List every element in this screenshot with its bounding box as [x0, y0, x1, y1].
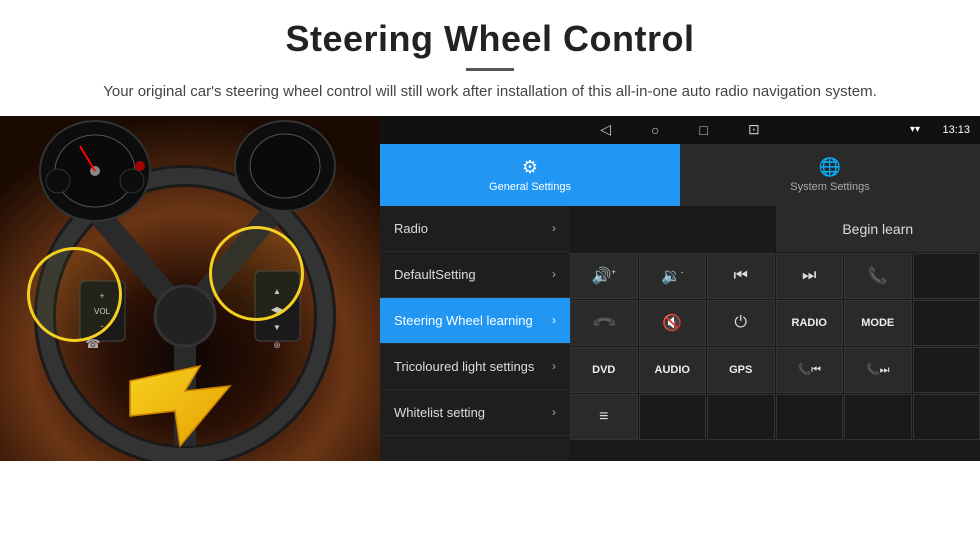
phone-button[interactable]: 📞: [844, 253, 912, 299]
prev-button[interactable]: ⏮: [707, 253, 775, 299]
android-panel: ◁ ○ □ ⊡ 13:13 ▾▾ ⚙ General Settings 🌐 Sy…: [380, 116, 980, 461]
phone-icon: 📞: [868, 266, 888, 286]
empty-r5-2: [639, 394, 707, 440]
svg-text:⊕: ⊕: [273, 340, 281, 350]
tel-next-icon: 📞⏭: [866, 363, 890, 377]
back-button[interactable]: ◁: [600, 121, 611, 138]
status-time: 13:13: [942, 124, 970, 136]
radio-label: RADIO: [792, 317, 827, 329]
menu-radio-label: Radio: [394, 221, 428, 236]
general-settings-icon: ⚙: [522, 157, 538, 178]
menu-tricoloured-label: Tricoloured light settings: [394, 359, 534, 374]
arrow-indicator: [120, 361, 250, 451]
empty-r5-3: [707, 394, 775, 440]
menu-item-default[interactable]: DefaultSetting ›: [380, 252, 570, 298]
empty-r5-5: [844, 394, 912, 440]
vol-up-icon: 🔊+: [591, 266, 616, 286]
vol-down-icon: 🔉-: [661, 266, 684, 286]
mode-label: MODE: [861, 317, 894, 329]
vol-up-button[interactable]: 🔊+: [570, 253, 638, 299]
cast-button[interactable]: ⊡: [748, 121, 760, 138]
highlight-circle-right: [209, 226, 304, 321]
menu-whitelist-label: Whitelist setting: [394, 405, 485, 420]
tel-prev-button[interactable]: 📞⏮: [776, 347, 844, 393]
menu-item-steering[interactable]: Steering Wheel learning ›: [380, 298, 570, 344]
hangup-icon: 📞: [590, 308, 618, 336]
page-title: Steering Wheel Control: [60, 18, 920, 60]
tab-system-label: System Settings: [790, 181, 869, 193]
menu-controls-area: Radio › DefaultSetting › Steering Wheel …: [380, 206, 980, 461]
mute-button[interactable]: 🔇: [639, 300, 707, 346]
prev-icon: ⏮: [734, 267, 748, 285]
menu-default-label: DefaultSetting: [394, 267, 476, 282]
radio-button[interactable]: RADIO: [776, 300, 844, 346]
svg-text:▼: ▼: [273, 323, 281, 332]
right-controls: Begin learn 🔊+ 🔉- ⏮ ⏭ 📞: [570, 206, 980, 461]
tel-prev-icon: 📞⏮: [797, 363, 821, 377]
next-button[interactable]: ⏭: [776, 253, 844, 299]
empty-r5-4: [776, 394, 844, 440]
menu-item-whitelist[interactable]: Whitelist setting ›: [380, 390, 570, 436]
title-divider: [466, 68, 514, 71]
tab-bar: ⚙ General Settings 🌐 System Settings: [380, 144, 980, 206]
radio-chevron-icon: ›: [552, 221, 556, 235]
default-chevron-icon: ›: [552, 267, 556, 281]
audio-button[interactable]: AUDIO: [639, 347, 707, 393]
left-menu: Radio › DefaultSetting › Steering Wheel …: [380, 206, 570, 461]
page-subtitle: Your original car's steering wheel contr…: [60, 81, 920, 104]
empty-cell-2: [913, 253, 980, 299]
mode-button[interactable]: MODE: [844, 300, 912, 346]
power-icon: ⏻: [734, 314, 747, 332]
audio-label: AUDIO: [655, 364, 690, 376]
menu-item-radio[interactable]: Radio ›: [380, 206, 570, 252]
empty-cell-3: [913, 300, 980, 346]
tab-general-label: General Settings: [489, 181, 571, 193]
highlight-circle-left: [27, 247, 122, 342]
begin-learn-button[interactable]: Begin learn: [776, 206, 980, 252]
source-icon: ≡: [599, 408, 608, 426]
menu-item-tricoloured[interactable]: Tricoloured light settings ›: [380, 344, 570, 390]
tab-system[interactable]: 🌐 System Settings: [680, 144, 980, 206]
home-button[interactable]: ○: [651, 122, 659, 138]
tab-general[interactable]: ⚙ General Settings: [380, 144, 680, 206]
next-icon: ⏭: [802, 267, 816, 285]
menu-steering-label: Steering Wheel learning: [394, 313, 533, 328]
tel-next-button[interactable]: 📞⏭: [844, 347, 912, 393]
vol-down-button[interactable]: 🔉-: [639, 253, 707, 299]
gps-button[interactable]: GPS: [707, 347, 775, 393]
dvd-label: DVD: [592, 364, 615, 376]
empty-r5-6: [913, 394, 980, 440]
system-settings-icon: 🌐: [819, 157, 841, 178]
hangup-button[interactable]: 📞: [570, 300, 638, 346]
recent-button[interactable]: □: [700, 122, 708, 138]
content-area: + VOL - ☎ ▲ ◀▶ ▼ ⊕: [0, 116, 980, 461]
dvd-button[interactable]: DVD: [570, 347, 638, 393]
mute-icon: 🔇: [662, 313, 682, 333]
power-button[interactable]: ⏻: [707, 300, 775, 346]
steering-chevron-icon: ›: [552, 313, 556, 327]
nav-bar: ◁ ○ □ ⊡ 13:13 ▾▾: [380, 116, 980, 144]
car-image: + VOL - ☎ ▲ ◀▶ ▼ ⊕: [0, 116, 380, 461]
header-section: Steering Wheel Control Your original car…: [0, 0, 980, 116]
gps-label: GPS: [729, 364, 752, 376]
whitelist-chevron-icon: ›: [552, 405, 556, 419]
source-button[interactable]: ≡: [570, 394, 638, 440]
empty-cell-4: [913, 347, 980, 393]
empty-cell: [570, 206, 775, 252]
wifi-icon: ▾▾: [910, 124, 920, 135]
tricoloured-chevron-icon: ›: [552, 359, 556, 373]
